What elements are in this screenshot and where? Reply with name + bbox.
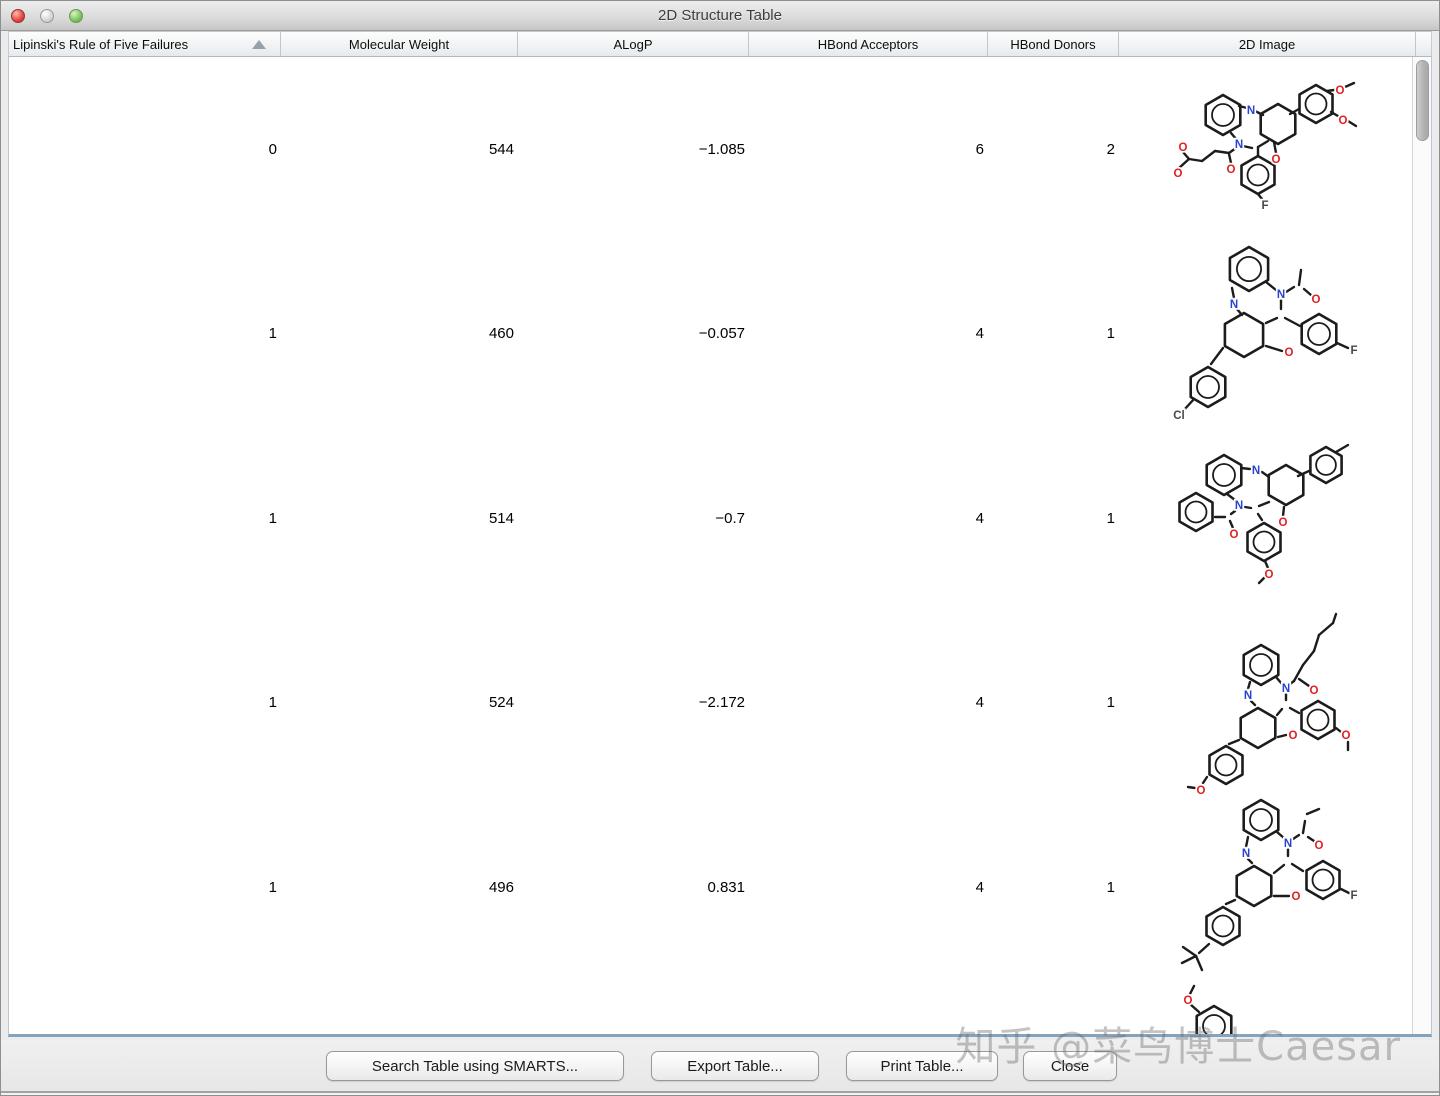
title-bar[interactable]: 2D Structure Table [1,1,1439,31]
svg-text:O: O [1265,569,1274,581]
cell-hbond-acceptors: 4 [975,509,984,527]
cell-lipinski-failures: 1 [268,509,277,527]
table-row[interactable]: 0 544 −1.085 6 2 N N O O O O O O F [9,57,1412,242]
cell-lipinski-failures: 1 [268,878,277,896]
svg-text:O: O [1285,347,1294,359]
svg-text:N: N [1235,139,1243,151]
vertical-scrollbar[interactable] [1412,57,1431,1034]
svg-text:F: F [1261,200,1268,212]
cell-molecular-weight: 524 [488,694,514,712]
svg-text:N: N [1252,465,1260,477]
cell-alogp: −0.057 [698,325,745,343]
structure-table-window: 2D Structure Table Lipinski's Rule of Fi… [0,0,1440,1096]
column-header-molecular-weight[interactable]: Molecular Weight [281,32,518,56]
svg-text:O: O [1227,164,1236,176]
cell-hbond-donors: 1 [1106,325,1115,343]
cell-hbond-donors: 2 [1106,140,1115,158]
cell-molecular-weight: 544 [488,140,514,158]
svg-text:N: N [1282,683,1290,695]
column-header-hbond-acceptors[interactable]: HBond Acceptors [749,32,988,56]
scrollbar-thumb[interactable] [1415,60,1429,141]
cell-hbond-donors: 1 [1106,509,1115,527]
table-row[interactable]: 1 460 −0.057 4 1 N N O O F Cl [9,242,1412,427]
svg-text:O: O [1310,685,1319,697]
svg-text:N: N [1235,500,1243,512]
table-row[interactable]: 1 524 −2.172 4 1 N N O O O O [9,611,1412,796]
svg-text:F: F [1350,345,1357,357]
cell-lipinski-failures: 1 [268,325,277,343]
molecule-structure-image: N N O O F [1119,795,1412,980]
column-header-corner [1416,32,1431,56]
svg-text:O: O [1230,529,1239,541]
svg-text:O: O [1174,168,1183,180]
table-row[interactable]: 1 496 0.831 4 1 N N O O F [9,795,1412,980]
svg-text:N: N [1284,838,1292,850]
svg-text:O: O [1179,142,1188,154]
sort-ascending-icon [252,40,266,49]
svg-text:F: F [1350,890,1357,902]
cell-molecular-weight: 460 [488,325,514,343]
molecule-structure-image: N N O O O O O O F [1119,57,1412,242]
svg-text:O: O [1272,154,1281,166]
column-header-2d-image[interactable]: 2D Image [1119,32,1416,56]
cell-hbond-acceptors: 4 [975,694,984,712]
svg-text:O: O [1312,294,1321,306]
table-header: Lipinski's Rule of Five Failures Molecul… [8,31,1432,57]
export-table-button[interactable]: Export Table... [651,1051,819,1081]
column-header-lipinski[interactable]: Lipinski's Rule of Five Failures [9,32,281,56]
molecule-structure-image: N N O O O [1119,426,1412,611]
cell-alogp: −0.7 [715,509,745,527]
table-row[interactable]: 1 514 −0.7 4 1 N N O O O [9,426,1412,611]
cell-alogp: −1.085 [698,140,745,158]
table-body: 0 544 −1.085 6 2 N N O O O O O O F 1 460 −0.057 … [8,57,1432,1037]
svg-text:O: O [1197,785,1206,796]
svg-text:O: O [1289,730,1298,742]
svg-text:N: N [1242,848,1250,860]
svg-text:O: O [1336,85,1345,97]
svg-text:O: O [1315,840,1324,852]
cell-hbond-donors: 1 [1106,878,1115,896]
molecule-structure-image: N N O O F Cl [1119,242,1412,427]
cell-hbond-acceptors: 4 [975,878,984,896]
cell-hbond-acceptors: 6 [975,140,984,158]
molecule-structure-image: N N O O O O [1119,611,1412,796]
svg-text:N: N [1244,690,1252,702]
column-header-hbond-donors[interactable]: HBond Donors [988,32,1119,56]
cell-lipinski-failures: 1 [268,694,277,712]
svg-text:Cl: Cl [1173,410,1185,422]
cell-lipinski-failures: 0 [268,140,277,158]
svg-text:N: N [1277,289,1285,301]
svg-text:O: O [1342,730,1351,742]
svg-text:N: N [1230,299,1238,311]
cell-alogp: 0.831 [707,878,745,896]
watermark-text: 知乎 @菜鸟博士Caesar [955,1024,1401,1070]
cell-hbond-donors: 1 [1106,694,1115,712]
svg-text:N: N [1247,105,1255,117]
table-rows: 0 544 −1.085 6 2 N N O O O O O O F 1 460 −0.057 … [9,57,1412,1034]
search-smarts-button[interactable]: Search Table using SMARTS... [326,1051,624,1081]
window-footer-edge [1,1091,1439,1095]
svg-text:O: O [1279,517,1288,529]
cell-molecular-weight: 514 [488,509,514,527]
cell-molecular-weight: 496 [488,878,514,896]
cell-alogp: −2.172 [698,694,745,712]
svg-text:O: O [1292,891,1301,903]
svg-text:O: O [1184,995,1193,1007]
window-title: 2D Structure Table [658,7,782,24]
cell-hbond-acceptors: 4 [975,325,984,343]
svg-text:O: O [1339,115,1348,127]
column-header-alogp[interactable]: ALogP [518,32,749,56]
